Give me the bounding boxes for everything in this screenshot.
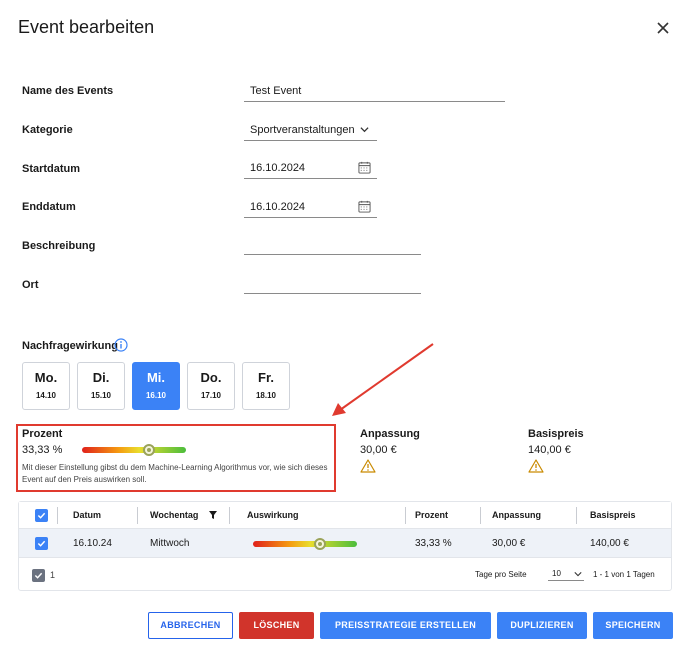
end-label: Enddatum (22, 201, 76, 213)
column-separator (137, 507, 138, 524)
cell-weekday: Mittwoch (150, 538, 190, 549)
cancel-button[interactable]: ABBRECHEN (148, 612, 233, 639)
day-name: Mo. (34, 370, 58, 385)
check-icon (34, 572, 43, 579)
day-button-fr[interactable]: Fr. 18.10 (242, 362, 290, 410)
end-date-input[interactable]: 16.10.2024 (244, 196, 377, 218)
close-icon[interactable] (654, 19, 672, 37)
column-separator (480, 507, 481, 524)
demand-label: Nachfragewirkung (22, 340, 118, 352)
select-all-checkbox[interactable] (35, 509, 48, 522)
day-button-mi[interactable]: Mi. 16.10 (132, 362, 180, 410)
row-impact-slider[interactable] (253, 541, 357, 547)
dialog-title: Event bearbeiten (18, 17, 155, 37)
start-date-input[interactable]: 16.10.2024 (244, 157, 377, 179)
chevron-down-icon (360, 127, 369, 133)
chevron-down-icon (574, 572, 582, 577)
column-separator (229, 507, 230, 524)
help-text: Mit dieser Einstellung gibst du dem Mach… (22, 463, 328, 484)
day-name: Di. (92, 370, 110, 385)
cell-date: 16.10.24 (73, 538, 112, 549)
row-checkbox[interactable] (35, 537, 48, 550)
selection-summary-checkbox[interactable] (32, 569, 45, 582)
column-header-base-price[interactable]: Basispreis (590, 510, 636, 520)
description-input[interactable] (244, 233, 421, 255)
calendar-icon[interactable] (358, 161, 371, 174)
per-page-value: 10 (552, 569, 561, 578)
calendar-icon[interactable] (358, 200, 371, 213)
day-name: Do. (200, 370, 222, 385)
table-row[interactable]: 16.10.24 Mittwoch 33,33 % 30,00 € 140,00… (19, 529, 671, 558)
day-date: 18.10 (255, 391, 277, 400)
description-label: Beschreibung (22, 240, 96, 252)
end-date-value: 16.10.2024 (250, 201, 306, 213)
percent-label: Prozent (22, 428, 63, 440)
per-page-select[interactable]: 10 (548, 565, 584, 581)
day-date: 15.10 (90, 391, 112, 400)
category-value: Sportveranstaltungen (250, 124, 355, 136)
table-header: Datum Wochentag Auswirkung Prozent Anpas… (19, 502, 671, 529)
info-icon[interactable] (114, 338, 128, 352)
pagination-range: 1 - 1 von 1 Tagen (593, 570, 655, 579)
selected-count: 1 (50, 570, 56, 580)
category-select[interactable]: Sportveranstaltungen (244, 119, 377, 141)
day-button-do[interactable]: Do. 17.10 (187, 362, 235, 410)
warning-icon (528, 459, 544, 473)
check-icon (37, 512, 46, 519)
location-label: Ort (22, 279, 39, 291)
adjustment-value: 30,00 € (360, 444, 397, 456)
column-separator (576, 507, 577, 524)
save-button[interactable]: SPEICHERN (593, 612, 673, 639)
day-name: Mi. (146, 370, 166, 385)
warning-icon (360, 459, 376, 473)
day-date: 16.10 (145, 391, 167, 400)
start-date-value: 16.10.2024 (250, 162, 306, 174)
day-date: 14.10 (35, 391, 57, 400)
name-value: Test Event (250, 85, 302, 97)
adjustment-label: Anpassung (360, 428, 420, 440)
day-date: 17.10 (200, 391, 222, 400)
category-label: Kategorie (22, 124, 73, 136)
day-button-di[interactable]: Di. 15.10 (77, 362, 125, 410)
location-input[interactable] (244, 272, 421, 294)
column-header-weekday[interactable]: Wochentag (150, 510, 198, 520)
cell-base-price: 140,00 € (590, 538, 629, 549)
cell-percent: 33,33 % (415, 538, 452, 549)
cell-adjustment: 30,00 € (492, 538, 526, 549)
column-header-date[interactable]: Datum (73, 510, 101, 520)
day-button-mo[interactable]: Mo. 14.10 (22, 362, 70, 410)
delete-button[interactable]: LÖSCHEN (239, 612, 314, 639)
check-icon (37, 540, 46, 547)
column-separator (57, 507, 58, 524)
duplicate-button[interactable]: DUPLIZIEREN (497, 612, 587, 639)
name-label: Name des Events (22, 85, 114, 97)
impact-slider[interactable] (82, 447, 186, 453)
column-header-adjustment[interactable]: Anpassung (492, 510, 541, 520)
impact-slider-thumb[interactable] (142, 444, 155, 456)
base-price-value: 140,00 € (528, 444, 571, 456)
start-label: Startdatum (22, 163, 81, 175)
name-input[interactable]: Test Event (244, 80, 505, 102)
base-price-label: Basispreis (528, 428, 584, 440)
row-impact-slider-thumb[interactable] (313, 538, 326, 550)
percent-value: 33,33 % (22, 444, 63, 456)
create-price-strategy-button[interactable]: PREISSTRATEGIE ERSTELLEN (320, 612, 491, 639)
day-name: Fr. (258, 370, 274, 385)
filter-icon[interactable] (209, 511, 217, 519)
column-header-impact[interactable]: Auswirkung (247, 510, 299, 520)
per-page-label: Tage pro Seite (475, 570, 527, 579)
column-header-percent[interactable]: Prozent (415, 510, 448, 520)
column-separator (405, 507, 406, 524)
